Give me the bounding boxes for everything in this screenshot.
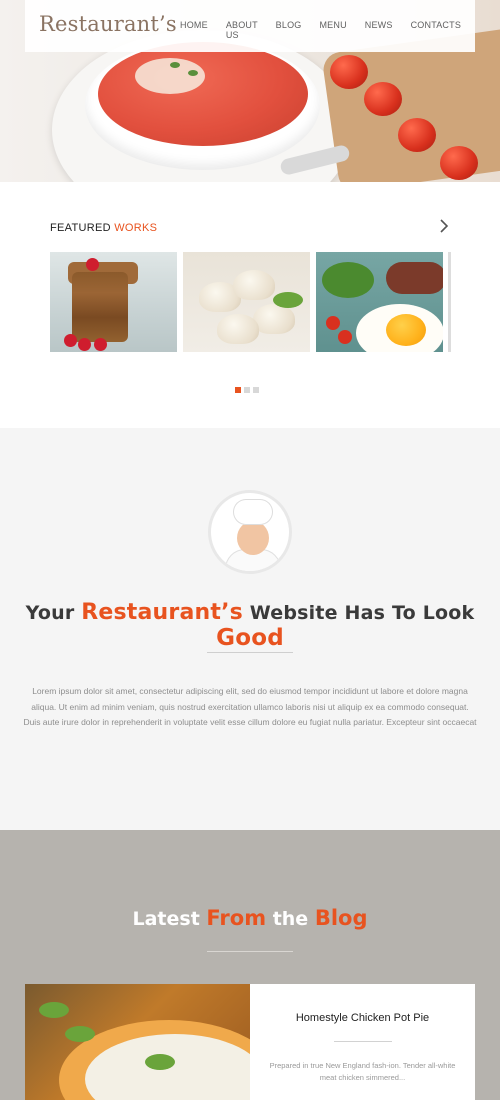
hero-tomato xyxy=(330,55,368,89)
featured-thumb-dumplings[interactable] xyxy=(183,252,310,352)
featured-title: FEATURED WORKS xyxy=(50,222,157,234)
hero-tomato xyxy=(398,118,436,152)
post-divider xyxy=(334,1041,392,1042)
hero-banner: Restaurant’s HOME ABOUT US BLOG MENU NEW… xyxy=(0,0,500,182)
herb-leaf xyxy=(65,1026,95,1042)
chef-avatar xyxy=(208,490,292,574)
hero-herb xyxy=(170,62,180,68)
hero-soup xyxy=(98,42,308,146)
about-section: Your Restaurant’s Website Has To Look Go… xyxy=(0,428,500,830)
raspberry xyxy=(86,258,99,271)
blog-post-title[interactable]: Homestyle Chicken Pot Pie xyxy=(250,1012,475,1024)
blog-title-word: Latest xyxy=(132,908,200,930)
brand-logo[interactable]: Restaurant’s xyxy=(39,12,177,36)
featured-thumb-partial xyxy=(448,252,451,352)
blog-title: Latest From the Blog xyxy=(0,906,500,930)
chef-hat-icon xyxy=(233,499,273,525)
nav-about-us[interactable]: ABOUT US xyxy=(226,20,258,40)
chef-face xyxy=(237,521,269,555)
blog-title-word: the xyxy=(272,908,309,930)
blog-section: Latest From the Blog Homestyle Chicken P… xyxy=(0,830,500,1100)
blog-divider xyxy=(207,951,293,952)
featured-works-section: FEATURED WORKS xyxy=(0,182,500,428)
dumpling xyxy=(217,314,259,344)
slider-dots xyxy=(235,387,259,393)
about-text: Lorem ipsum dolor sit amet, consectetur … xyxy=(23,686,477,727)
sliced-steak xyxy=(386,262,443,294)
headline-divider xyxy=(207,652,293,653)
nav-news[interactable]: NEWS xyxy=(365,20,393,40)
chevron-right-icon[interactable] xyxy=(438,219,450,233)
egg-yolk xyxy=(386,314,426,346)
top-navbar: Restaurant’s HOME ABOUT US BLOG MENU NEW… xyxy=(25,0,475,52)
slider-dot[interactable] xyxy=(244,387,250,393)
about-headline: Your Restaurant’s Website Has To Look Go… xyxy=(0,600,500,651)
featured-title-accent: WORKS xyxy=(114,222,158,234)
main-nav: HOME ABOUT US BLOG MENU NEWS CONTACTS xyxy=(180,20,479,40)
cherry-tomato xyxy=(326,316,340,330)
headline-accent: Restaurant’s xyxy=(81,600,243,625)
hero-tomato xyxy=(440,146,478,180)
nav-blog[interactable]: BLOG xyxy=(276,20,302,40)
blog-post-card: Homestyle Chicken Pot Pie Prepared in tr… xyxy=(250,984,475,1100)
cake-stack xyxy=(72,272,128,342)
blog-post-excerpt: Prepared in true New England fash-ion. T… xyxy=(269,1061,456,1082)
blog-title-accent: From xyxy=(206,906,267,930)
headline-word: Website Has To Look xyxy=(249,602,475,624)
featured-title-word: FEATURED xyxy=(50,222,111,234)
headline-word: Your xyxy=(25,602,75,624)
herb-leaf xyxy=(39,1002,69,1018)
raspberry xyxy=(94,338,107,351)
salad-greens xyxy=(322,262,374,298)
nav-menu[interactable]: MENU xyxy=(319,20,346,40)
slider-dot[interactable] xyxy=(253,387,259,393)
hero-tomato xyxy=(364,82,402,116)
hero-herb xyxy=(188,70,198,76)
featured-thumb-egg[interactable] xyxy=(316,252,443,352)
headline-accent: Good xyxy=(216,625,284,651)
featured-thumb-cake[interactable] xyxy=(50,252,177,352)
herb-leaf xyxy=(145,1054,175,1070)
blog-post-image[interactable] xyxy=(25,984,250,1100)
slider-dot-active[interactable] xyxy=(235,387,241,393)
raspberry xyxy=(78,338,91,351)
nav-contacts[interactable]: CONTACTS xyxy=(411,20,461,40)
cherry-tomato xyxy=(338,330,352,344)
dumpling xyxy=(253,304,295,334)
blog-title-accent: Blog xyxy=(314,906,368,930)
raspberry xyxy=(64,334,77,347)
herb-leaf xyxy=(273,292,303,308)
nav-home[interactable]: HOME xyxy=(180,20,208,40)
dumpling xyxy=(233,270,275,300)
